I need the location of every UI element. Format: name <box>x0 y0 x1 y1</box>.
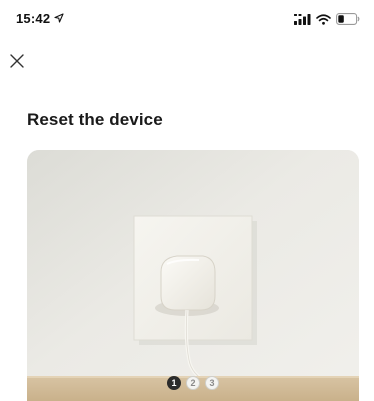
status-bar: 15:42 <box>0 0 374 34</box>
status-time: 15:42 <box>16 11 64 26</box>
close-icon <box>10 53 24 73</box>
device-plugged-into-wall-socket-image <box>27 150 359 401</box>
status-time-label: 15:42 <box>16 11 51 26</box>
cellular-signal-icon <box>294 12 311 30</box>
pager-dot-2[interactable]: 2 <box>186 376 200 390</box>
pager-dot-1[interactable]: 1 <box>167 376 181 390</box>
battery-icon <box>336 12 360 30</box>
page-title: Reset the device <box>27 110 163 129</box>
carousel-pager: 1 2 3 <box>27 376 359 390</box>
reset-device-screen: 15:42 Reset the device 1 2 3 <box>0 0 374 401</box>
location-arrow-icon <box>54 11 64 26</box>
wifi-icon <box>316 12 331 30</box>
status-icons <box>294 12 360 30</box>
reset-illustration-carousel[interactable]: 1 2 3 <box>27 150 359 401</box>
close-button[interactable] <box>6 52 28 74</box>
pager-dot-3[interactable]: 3 <box>205 376 219 390</box>
